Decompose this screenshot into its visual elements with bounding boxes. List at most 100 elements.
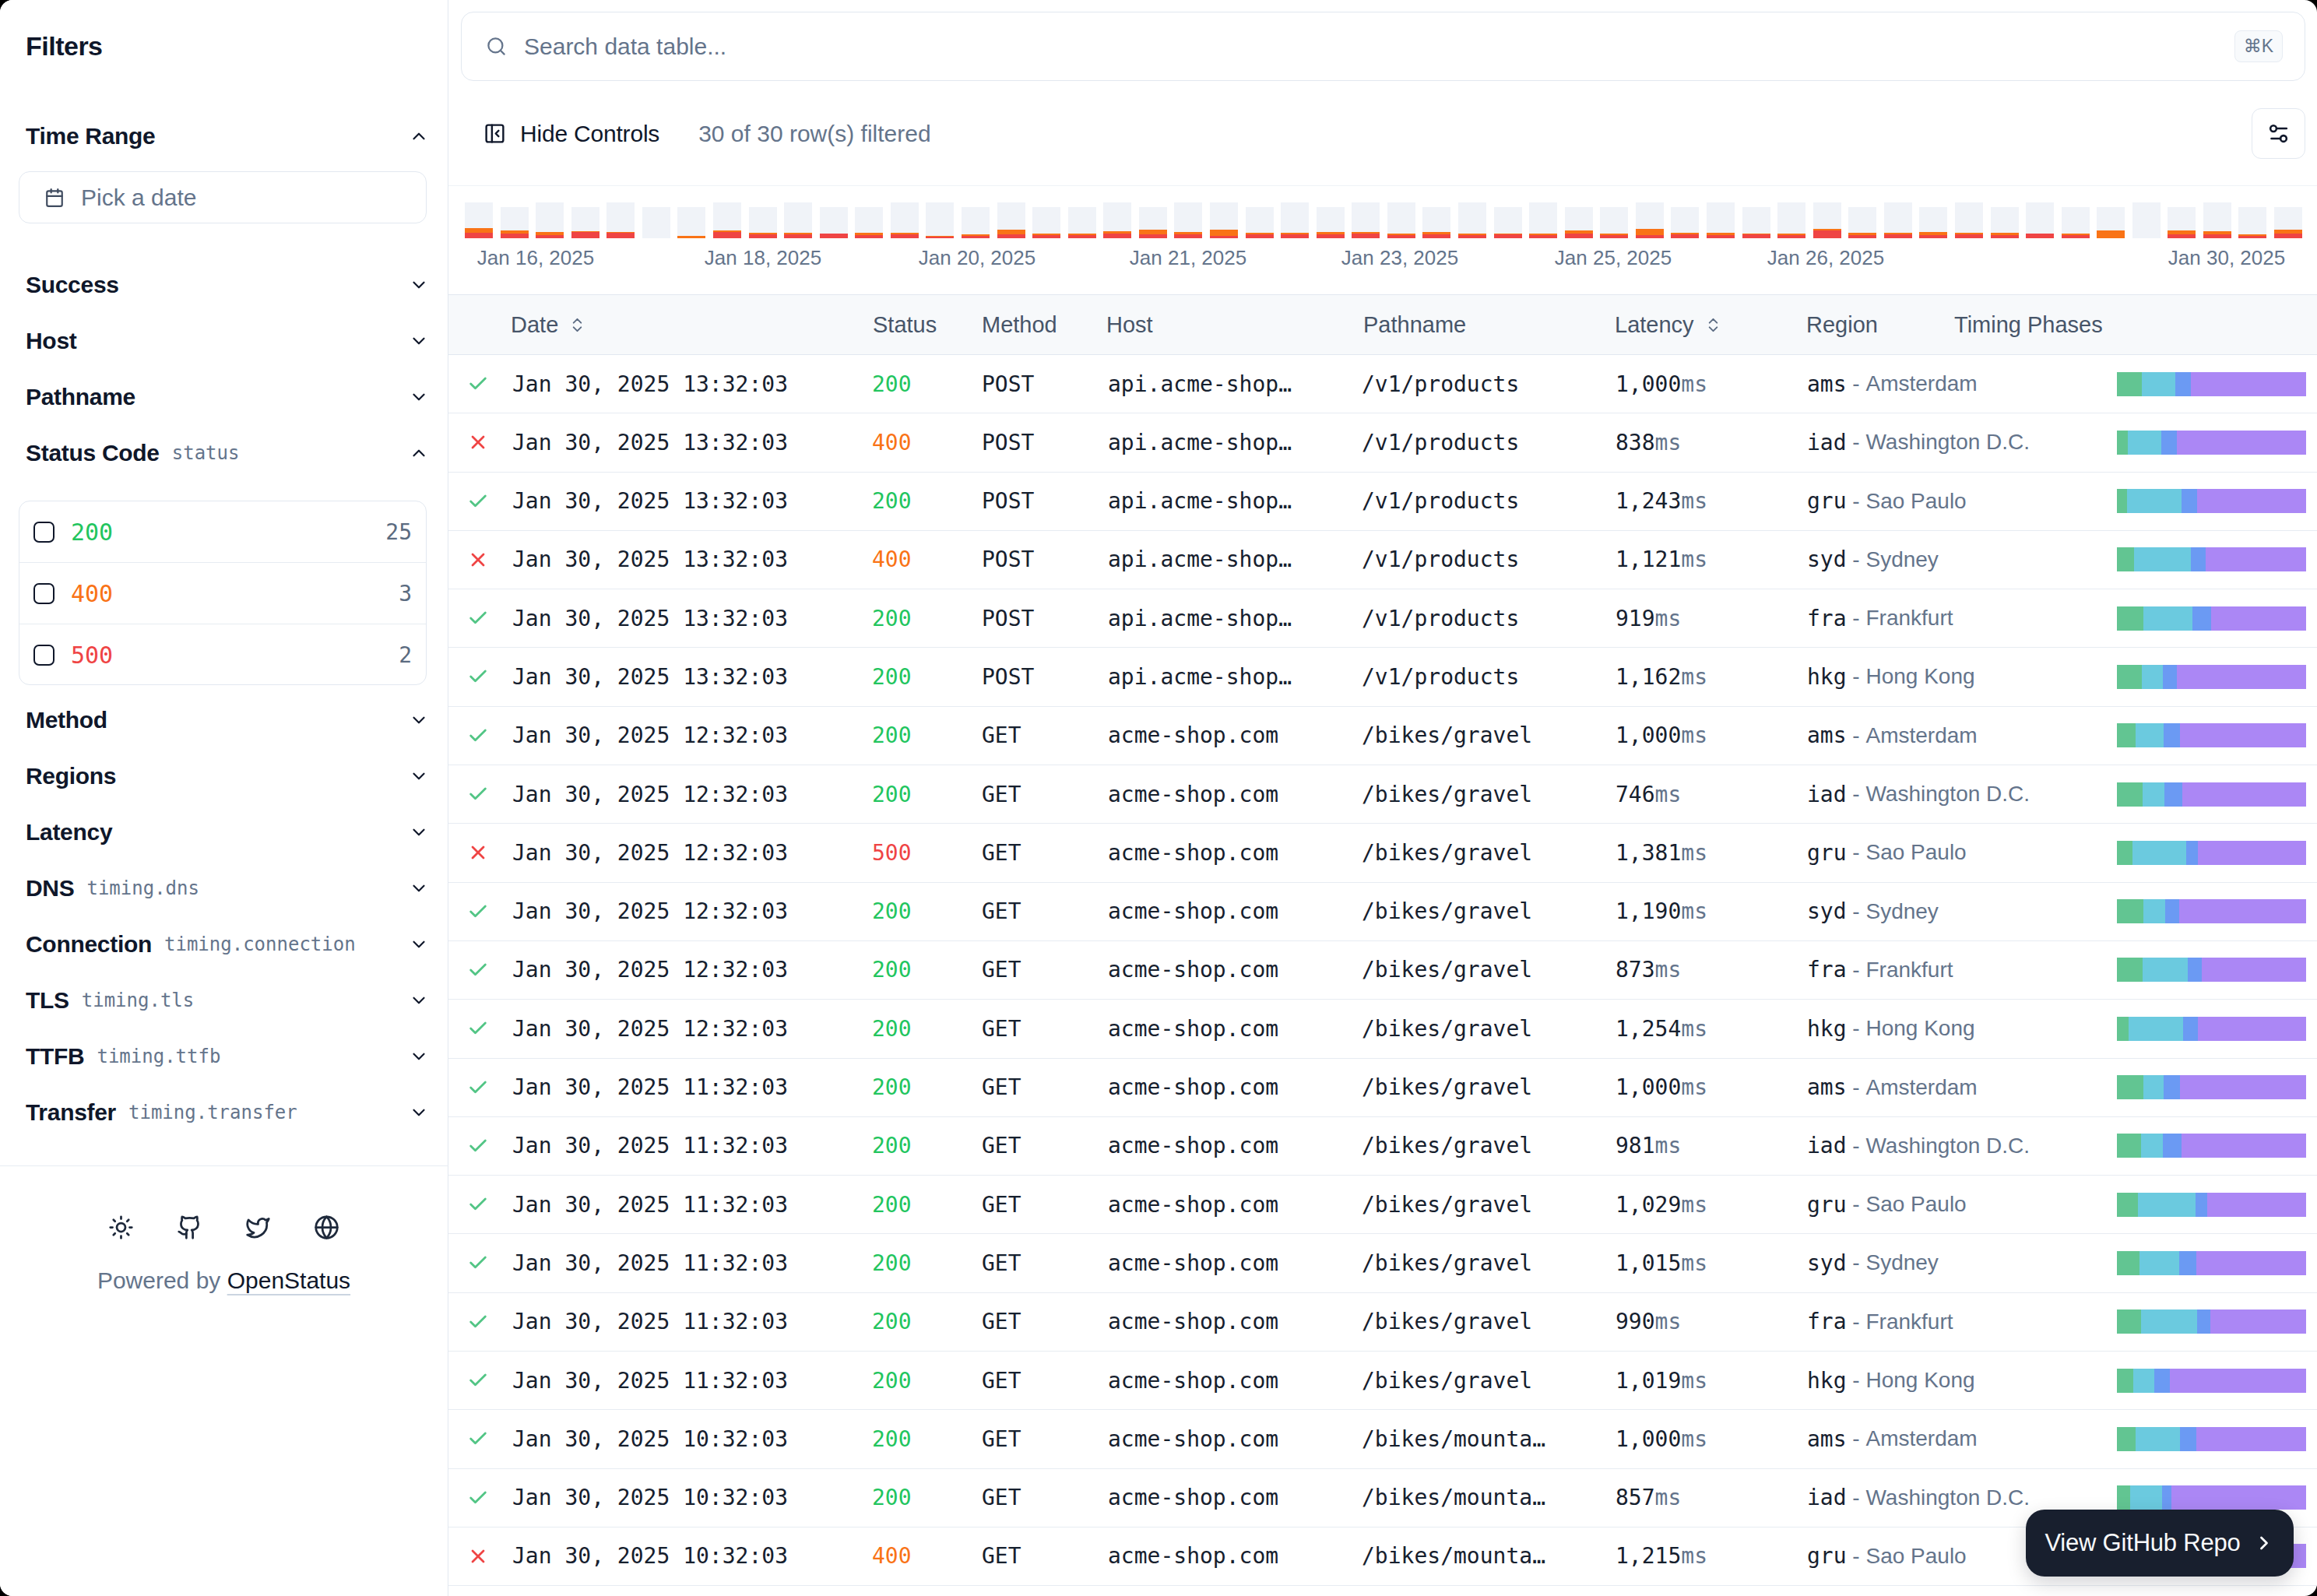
timeline-bar[interactable] bbox=[1848, 207, 1876, 238]
table-row[interactable]: Jan 30, 2025 12:32:03 200 GET acme-shop.… bbox=[448, 941, 2317, 1000]
filter-section[interactable]: Latency bbox=[26, 804, 440, 860]
table-row[interactable]: Jan 30, 2025 12:32:03 200 GET acme-shop.… bbox=[448, 883, 2317, 941]
checkbox[interactable] bbox=[33, 645, 54, 666]
timeline-bar[interactable] bbox=[713, 202, 741, 238]
view-github-repo-button[interactable]: View GitHub Repo bbox=[2026, 1510, 2294, 1577]
filter-section[interactable]: Pathname bbox=[26, 369, 440, 425]
timeline-bar[interactable] bbox=[784, 202, 812, 238]
column-header-timing-phases[interactable]: Timing Phases bbox=[1954, 295, 2103, 354]
timeline-bar[interactable] bbox=[1742, 207, 1770, 238]
timeline-bar[interactable] bbox=[501, 207, 529, 238]
timeline-bar[interactable] bbox=[1032, 207, 1060, 238]
timeline-bar[interactable] bbox=[465, 202, 493, 238]
table-row[interactable]: Jan 30, 2025 11:32:03 200 GET acme-shop.… bbox=[448, 1059, 2317, 1117]
filter-section[interactable]: Connection timing.connection bbox=[26, 916, 440, 972]
table-row[interactable]: Jan 30, 2025 11:32:03 200 GET acme-shop.… bbox=[448, 1234, 2317, 1292]
openstatus-link[interactable]: OpenStatus bbox=[227, 1267, 350, 1293]
timeline-bar[interactable] bbox=[962, 207, 990, 238]
column-header-status[interactable]: Status bbox=[873, 295, 937, 354]
hide-controls-button[interactable]: Hide Controls bbox=[483, 121, 659, 147]
github-link[interactable] bbox=[171, 1208, 209, 1246]
timeline-bar[interactable] bbox=[677, 207, 705, 238]
timeline-bar[interactable] bbox=[1210, 202, 1238, 238]
timeline-bar[interactable] bbox=[1174, 202, 1202, 238]
checkbox[interactable] bbox=[33, 522, 54, 543]
timeline-bar[interactable] bbox=[1919, 207, 1947, 238]
table-row[interactable]: Jan 30, 2025 13:32:03 200 POST api.acme-… bbox=[448, 589, 2317, 648]
timeline-bar[interactable] bbox=[1565, 207, 1593, 238]
timeline-bar[interactable] bbox=[1884, 202, 1912, 238]
timeline-bar[interactable] bbox=[2274, 207, 2302, 238]
timeline-bar[interactable] bbox=[1777, 202, 1805, 238]
timeline-bar[interactable] bbox=[1139, 207, 1167, 238]
date-picker-input[interactable]: Pick a date bbox=[19, 171, 427, 223]
timeline-bar[interactable] bbox=[536, 202, 564, 238]
table-row[interactable]: Jan 30, 2025 11:32:03 200 GET acme-shop.… bbox=[448, 1352, 2317, 1410]
table-row[interactable]: Jan 30, 2025 12:32:03 500 GET acme-shop.… bbox=[448, 824, 2317, 882]
table-row[interactable]: Jan 30, 2025 12:32:03 200 GET acme-shop.… bbox=[448, 1000, 2317, 1058]
timeline-bar[interactable] bbox=[1103, 202, 1131, 238]
column-header-pathname[interactable]: Pathname bbox=[1363, 295, 1466, 354]
status-code-option[interactable]: 200 25 bbox=[19, 501, 426, 563]
status-code-option[interactable]: 400 3 bbox=[19, 563, 426, 624]
filter-section[interactable]: TTFB timing.ttfb bbox=[26, 1028, 440, 1085]
timeline-bar[interactable] bbox=[1671, 207, 1699, 238]
timeline-bar[interactable] bbox=[1494, 207, 1522, 238]
filter-section[interactable]: Success bbox=[26, 257, 440, 313]
twitter-link[interactable] bbox=[240, 1208, 277, 1246]
table-row[interactable]: Jan 30, 2025 12:32:03 200 GET acme-shop.… bbox=[448, 765, 2317, 824]
table-row[interactable]: Jan 30, 2025 13:32:03 400 POST api.acme-… bbox=[448, 531, 2317, 589]
website-link[interactable] bbox=[308, 1208, 346, 1246]
timeline-bar[interactable] bbox=[820, 207, 848, 238]
timeline-bar[interactable] bbox=[2203, 202, 2231, 238]
filter-section[interactable]: Transfer timing.transfer bbox=[26, 1085, 440, 1141]
timeline-bar[interactable] bbox=[1246, 207, 1274, 238]
timeline-bar[interactable] bbox=[1387, 202, 1415, 238]
filter-section-time-range[interactable]: Time Range bbox=[26, 108, 440, 164]
table-row[interactable]: Jan 30, 2025 10:32:03 200 GET acme-shop.… bbox=[448, 1410, 2317, 1468]
timeline-bar[interactable] bbox=[1813, 202, 1841, 238]
table-row[interactable]: Jan 30, 2025 11:32:03 200 GET acme-shop.… bbox=[448, 1176, 2317, 1234]
timeline-bar[interactable] bbox=[2168, 207, 2196, 238]
timeline-bar[interactable] bbox=[1636, 202, 1664, 238]
search-input[interactable]: Search data table... ⌘K bbox=[461, 12, 2305, 81]
timeline-bar[interactable] bbox=[1955, 202, 1983, 238]
view-options-button[interactable] bbox=[2252, 108, 2305, 159]
table-row[interactable]: Jan 30, 2025 11:32:03 200 GET acme-shop.… bbox=[448, 1293, 2317, 1352]
timeline-bar[interactable] bbox=[1991, 207, 2019, 238]
table-row[interactable]: Jan 30, 2025 13:32:03 200 POST api.acme-… bbox=[448, 473, 2317, 531]
timeline-bar[interactable] bbox=[891, 202, 919, 238]
filter-section[interactable]: Method bbox=[26, 692, 440, 748]
timeline-bar[interactable] bbox=[1352, 202, 1380, 238]
timeline-bar[interactable] bbox=[749, 207, 777, 238]
timeline-bar[interactable] bbox=[1317, 207, 1345, 238]
table-row[interactable]: Jan 30, 2025 13:32:03 200 POST api.acme-… bbox=[448, 648, 2317, 706]
timeline-bar[interactable] bbox=[997, 202, 1025, 238]
timeline-bar[interactable] bbox=[1422, 207, 1450, 238]
timeline-bar[interactable] bbox=[606, 202, 635, 238]
timeline-bar[interactable] bbox=[1458, 202, 1486, 238]
column-header-method[interactable]: Method bbox=[982, 295, 1057, 354]
column-header-region[interactable]: Region bbox=[1806, 295, 1878, 354]
column-header-latency[interactable]: Latency bbox=[1615, 295, 1722, 354]
table-row[interactable]: Jan 30, 2025 11:32:03 200 GET acme-shop.… bbox=[448, 1117, 2317, 1176]
timeline-bar[interactable] bbox=[2132, 202, 2161, 238]
timeline-bar[interactable] bbox=[1600, 207, 1628, 238]
table-row[interactable]: Jan 30, 2025 13:32:03 200 POST api.acme-… bbox=[448, 355, 2317, 413]
table-row[interactable]: Jan 30, 2025 12:32:03 200 GET acme-shop.… bbox=[448, 707, 2317, 765]
timeline-bar[interactable] bbox=[2026, 202, 2054, 238]
timeline-bar[interactable] bbox=[1707, 202, 1735, 238]
timeline-bar[interactable] bbox=[571, 207, 599, 238]
table-row[interactable]: Jan 30, 2025 13:32:03 400 POST api.acme-… bbox=[448, 413, 2317, 472]
filter-section[interactable]: DNS timing.dns bbox=[26, 860, 440, 916]
filter-section[interactable]: TLS timing.tls bbox=[26, 972, 440, 1028]
timeline-bar[interactable] bbox=[2097, 207, 2125, 238]
timeline-bar[interactable] bbox=[642, 207, 670, 238]
timeline-bar[interactable] bbox=[855, 207, 883, 238]
timeline-bar[interactable] bbox=[926, 202, 954, 238]
column-header-host[interactable]: Host bbox=[1106, 295, 1153, 354]
timeline-bar[interactable] bbox=[2238, 207, 2266, 238]
timeline-bar[interactable] bbox=[1529, 202, 1557, 238]
timeline-bar[interactable] bbox=[1281, 202, 1309, 238]
timeline-bar[interactable] bbox=[2062, 207, 2090, 238]
